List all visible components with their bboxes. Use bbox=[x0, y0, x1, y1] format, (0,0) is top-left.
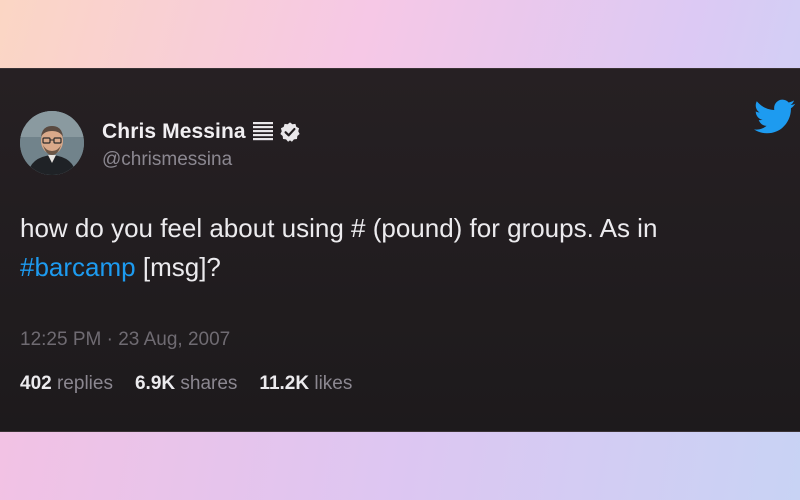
tweet-card: Chris Messina @chrismessina how do you f… bbox=[0, 68, 800, 432]
author-handle[interactable]: @chrismessina bbox=[102, 149, 232, 171]
likes-stat[interactable]: 11.2K likes bbox=[259, 373, 352, 395]
shares-count: 6.9K bbox=[134, 373, 176, 394]
shares-stat[interactable]: 6.9K shares bbox=[135, 373, 237, 395]
verified-badge-icon bbox=[279, 121, 301, 143]
tweet-stats: 402 replies 6.9K shares 11.2K likes bbox=[20, 373, 352, 395]
likes-count: 11.2K bbox=[259, 373, 310, 394]
tweet-text: how do you feel about using # (pound) fo… bbox=[20, 209, 780, 287]
hashtag-link[interactable]: #barcamp bbox=[20, 252, 136, 282]
avatar[interactable] bbox=[20, 111, 84, 175]
background-gradient bbox=[0, 430, 800, 500]
shares-label: shares bbox=[180, 373, 238, 394]
replies-count: 402 bbox=[20, 373, 52, 394]
replies-stat[interactable]: 402 replies bbox=[20, 373, 113, 395]
twitter-bird-icon[interactable] bbox=[754, 99, 796, 135]
tweet-text-start: how do you feel about using # (pound) fo… bbox=[20, 213, 658, 243]
tweet-timestamp[interactable]: 12:25 PM · 23 Aug, 2007 bbox=[20, 329, 230, 351]
bars-icon bbox=[252, 121, 273, 143]
author-name-row: Chris Messina bbox=[102, 119, 301, 145]
likes-label: likes bbox=[314, 373, 353, 394]
author-display-name[interactable]: Chris Messina bbox=[102, 120, 246, 144]
replies-label: replies bbox=[56, 373, 113, 394]
tweet-text-end: [msg]? bbox=[135, 252, 221, 282]
